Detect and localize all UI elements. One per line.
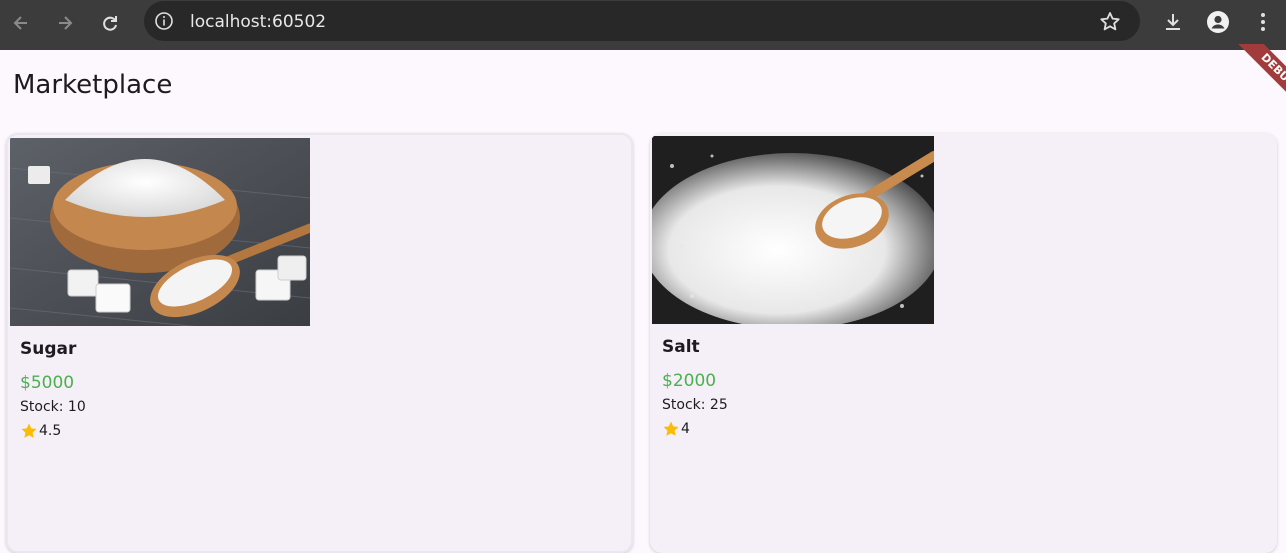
salt-spoon-photo [652, 136, 934, 324]
reload-icon[interactable] [95, 8, 125, 38]
browser-toolbar: localhost:60502 [0, 0, 1286, 50]
download-icon[interactable] [1159, 8, 1187, 36]
star-icon [21, 423, 37, 438]
debug-banner-label: DEBUG [1229, 44, 1286, 120]
star-icon [663, 421, 679, 436]
product-rating: 4.5 [20, 422, 61, 440]
page-title: Marketplace [13, 70, 173, 100]
menu-dots-icon[interactable] [1249, 8, 1277, 36]
sugar-bowl-photo [10, 138, 310, 326]
profile-icon[interactable] [1204, 8, 1232, 36]
product-stock: Stock: 10 [20, 399, 86, 415]
address-bar[interactable]: localhost:60502 [144, 1, 1140, 41]
site-info-icon[interactable] [154, 11, 174, 31]
forward-arrow-icon[interactable] [50, 8, 80, 38]
product-stock: Stock: 25 [662, 397, 728, 413]
url-text[interactable]: localhost:60502 [190, 12, 326, 32]
debug-banner: DEBUG [1212, 44, 1286, 120]
rating-value: 4 [681, 421, 690, 437]
product-card-salt[interactable]: Salt $2000 Stock: 25 4 [650, 133, 1277, 553]
product-price: $5000 [20, 373, 75, 393]
product-rating: 4 [662, 420, 690, 438]
rating-value: 4.5 [39, 423, 62, 439]
product-card-sugar[interactable]: Sugar $5000 Stock: 10 4.5 [6, 133, 633, 553]
back-arrow-icon[interactable] [6, 8, 36, 38]
product-name: Sugar [20, 339, 77, 359]
product-name: Salt [662, 337, 700, 357]
product-price: $2000 [662, 371, 717, 391]
bookmark-star-icon[interactable] [1098, 10, 1122, 34]
